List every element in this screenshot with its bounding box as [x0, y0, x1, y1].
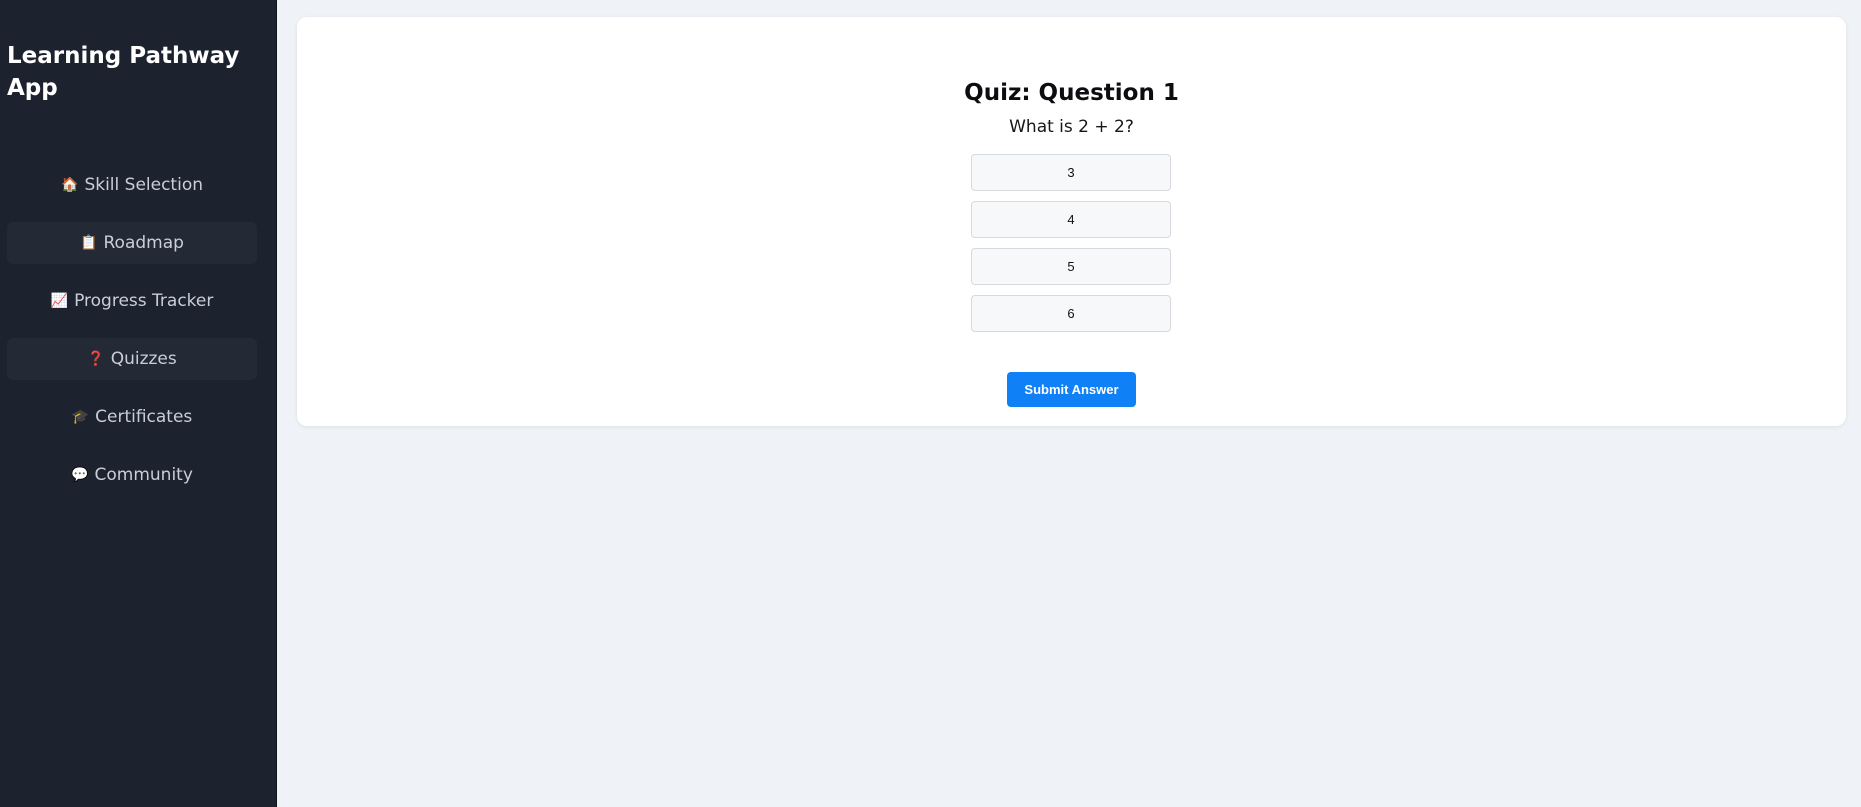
quiz-title: Quiz: Question 1	[964, 80, 1179, 106]
answer-option-button[interactable]: 3	[971, 154, 1171, 191]
chart-increasing-icon: 📈	[50, 293, 69, 309]
app-root: Learning Pathway App 🏠 Skill Selection 📋…	[0, 0, 1861, 807]
sidebar-item-label: Progress Tracker	[74, 291, 214, 311]
sidebar-item-label: Roadmap	[103, 233, 184, 253]
app-title: Learning Pathway App	[7, 43, 240, 101]
sidebar-nav: 🏠 Skill Selection 📋 Roadmap 📈 Progress T…	[7, 164, 257, 512]
answer-options: 3 4 5 6	[971, 154, 1171, 342]
sidebar-item-label: Certificates	[95, 407, 193, 427]
sidebar-item-certificates[interactable]: 🎓 Certificates	[7, 396, 257, 438]
clipboard-icon: 📋	[80, 235, 98, 251]
sidebar: Learning Pathway App 🏠 Skill Selection 📋…	[0, 0, 277, 807]
sidebar-item-label: Quizzes	[110, 349, 177, 369]
sidebar-item-quizzes[interactable]: ❓ Quizzes	[7, 338, 257, 380]
question-mark-icon: ❓	[87, 351, 105, 367]
sidebar-item-label: Skill Selection	[84, 175, 203, 195]
answer-option-button[interactable]: 5	[971, 248, 1171, 285]
quiz-card: Quiz: Question 1 What is 2 + 2? 3 4 5 6 …	[297, 17, 1846, 426]
sidebar-item-skill-selection[interactable]: 🏠 Skill Selection	[7, 164, 257, 206]
answer-option-button[interactable]: 4	[971, 201, 1171, 238]
question-text: What is 2 + 2?	[1009, 117, 1134, 137]
graduation-cap-icon: 🎓	[71, 409, 90, 425]
house-icon: 🏠	[61, 177, 79, 193]
answer-option-button[interactable]: 6	[971, 295, 1171, 332]
submit-answer-button[interactable]: Submit Answer	[1007, 372, 1136, 407]
sidebar-item-roadmap[interactable]: 📋 Roadmap	[7, 222, 257, 264]
sidebar-item-progress-tracker[interactable]: 📈 Progress Tracker	[7, 280, 257, 322]
speech-bubble-icon: 💬	[71, 467, 89, 483]
sidebar-item-label: Community	[94, 465, 193, 485]
sidebar-item-community[interactable]: 💬 Community	[7, 454, 257, 496]
